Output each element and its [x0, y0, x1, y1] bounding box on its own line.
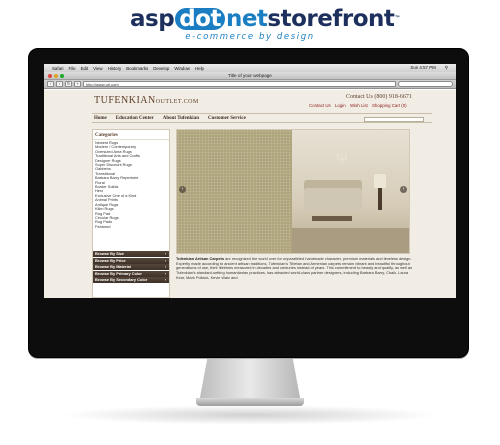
slider-next-icon[interactable]: › [400, 186, 407, 193]
menu-item-history[interactable]: History [108, 66, 122, 71]
sidebar-title: Categories [93, 130, 169, 140]
contact-phone: Contact Us (800) 918-6671 [346, 94, 412, 100]
os-menu-bar: Safari File Edit View History Bookmarks … [44, 64, 456, 72]
hero-banner[interactable]: Ψ ‹ › [176, 129, 410, 254]
menu-item-edit[interactable]: Edit [81, 66, 89, 71]
browse-label: Browse By Size [95, 251, 124, 256]
browser-title-bar: Title of your webpage [44, 72, 456, 80]
monitor-stand [199, 359, 301, 403]
menu-item-file[interactable]: File [68, 66, 75, 71]
browse-by-size[interactable]: Browse By Size › [93, 251, 169, 257]
menu-item-help[interactable]: Help [195, 66, 204, 71]
window-title: Title of your webpage [228, 73, 272, 78]
site-logo[interactable]: TUFENKIANOUTLET.COM [94, 95, 199, 106]
monitor-shadow [60, 405, 440, 425]
browse-label: Browse By Material [95, 264, 131, 269]
menu-item-develop[interactable]: Develop [153, 66, 169, 71]
antler-decor-icon: Ψ [336, 150, 348, 166]
living-room-image: Ψ [292, 130, 409, 253]
reload-icon[interactable]: ↻ [65, 81, 72, 87]
nav-home[interactable]: Home [94, 116, 107, 121]
chevron-right-icon: › [164, 277, 166, 282]
shopping-cart-link[interactable]: Shopping Cart (0) [372, 103, 407, 108]
menu-item-bookmarks[interactable]: Bookmarks [126, 66, 148, 71]
address-bar[interactable]: http://www.url.com [83, 81, 396, 87]
chevron-right-icon: › [164, 257, 166, 263]
category-list: Newest Rugs Modern / Contemporary Oversi… [93, 140, 169, 230]
category-sidebar: Categories Newest Rugs Modern / Contempo… [92, 129, 170, 298]
browse-filters: Browse By Size › Browse By Price › Browse … [93, 251, 169, 284]
chevron-right-icon: › [164, 251, 166, 256]
spotlight-icon[interactable]: ⚲ [445, 65, 448, 71]
nav-about[interactable]: About Tufenkian [163, 116, 199, 121]
brand-storefront: storefront [267, 6, 395, 32]
browse-label: Browse By Primary Color [95, 270, 142, 276]
back-icon[interactable]: ‹ [47, 81, 54, 87]
close-window-icon[interactable] [48, 74, 52, 78]
floor-rug [292, 228, 409, 253]
product-showcase: asp dot netstorefront™ e-commerce by desig… [0, 0, 500, 445]
window-controls [48, 74, 64, 78]
logo-main: TUFENKIAN [94, 95, 156, 106]
rug-texture-image [177, 130, 292, 253]
utility-links: Contact Us Login Wish List Shopping Cart… [309, 103, 410, 108]
chevron-right-icon: › [164, 270, 166, 276]
trademark-symbol: ™ [394, 15, 400, 22]
site-header: TUFENKIANOUTLET.COM Contact Us (800) 918… [54, 90, 414, 110]
add-bookmark-icon[interactable]: + [74, 81, 81, 87]
brand-net: net [225, 6, 268, 32]
contact-us-link[interactable]: Contact Us [309, 103, 331, 108]
nav-customer-service[interactable]: Customer Service [208, 116, 246, 121]
browser-search-field[interactable] [398, 81, 453, 87]
monitor-stand-base [196, 398, 304, 406]
slider-prev-icon[interactable]: ‹ [179, 186, 186, 193]
browse-label: Browse By Price [95, 257, 126, 263]
minimize-window-icon[interactable] [54, 74, 58, 78]
menu-bar-status: Sun 4:57 PM ⚲ [410, 65, 453, 71]
browse-label: Browse By Secondary Color [95, 277, 148, 282]
browse-by-price[interactable]: Browse By Price › [93, 257, 169, 264]
coffee-table [312, 216, 352, 221]
wish-list-link[interactable]: Wish List [350, 103, 368, 108]
brand-dot: dot [175, 8, 225, 31]
lamp-shade [374, 174, 386, 188]
logo-suffix: OUTLET.COM [155, 99, 199, 105]
browser-toolbar: ‹ › ↻ + http://www.url.com [44, 80, 456, 89]
clock: Sun 4:57 PM [410, 65, 436, 70]
menu-item-view[interactable]: View [93, 66, 102, 71]
brand-wordmark: asp dot netstorefront™ [130, 6, 400, 32]
menu-item-window[interactable]: Window [174, 66, 190, 71]
forward-icon[interactable]: › [56, 81, 63, 87]
intro-paragraph: Tufenkian Artisan Carpets are recognized… [176, 256, 412, 281]
browse-by-secondary-color[interactable]: Browse By Secondary Color › [93, 277, 169, 283]
login-link[interactable]: Login [335, 103, 346, 108]
monitor-screen: Safari File Edit View History Bookmarks … [44, 64, 456, 298]
website: TUFENKIANOUTLET.COM Contact Us (800) 918… [44, 90, 456, 298]
sofa [304, 188, 362, 210]
brand-tagline: e-commerce by design [185, 32, 315, 42]
browse-by-material[interactable]: Browse By Material › [93, 264, 169, 270]
browse-by-primary-color[interactable]: Browse By Primary Color › [93, 270, 169, 277]
aspdotnetstorefront-logo: asp dot netstorefront™ e-commerce by desig… [130, 6, 400, 46]
category-item[interactable]: Featured [95, 224, 167, 229]
brand-asp: asp [130, 6, 175, 32]
lamp-base [378, 188, 382, 210]
menu-item-safari[interactable]: Safari [52, 66, 63, 71]
chevron-right-icon: › [164, 264, 166, 269]
nav-education-center[interactable]: Education Center [116, 116, 154, 121]
site-search-input[interactable] [364, 117, 424, 122]
zoom-window-icon[interactable] [60, 74, 64, 78]
